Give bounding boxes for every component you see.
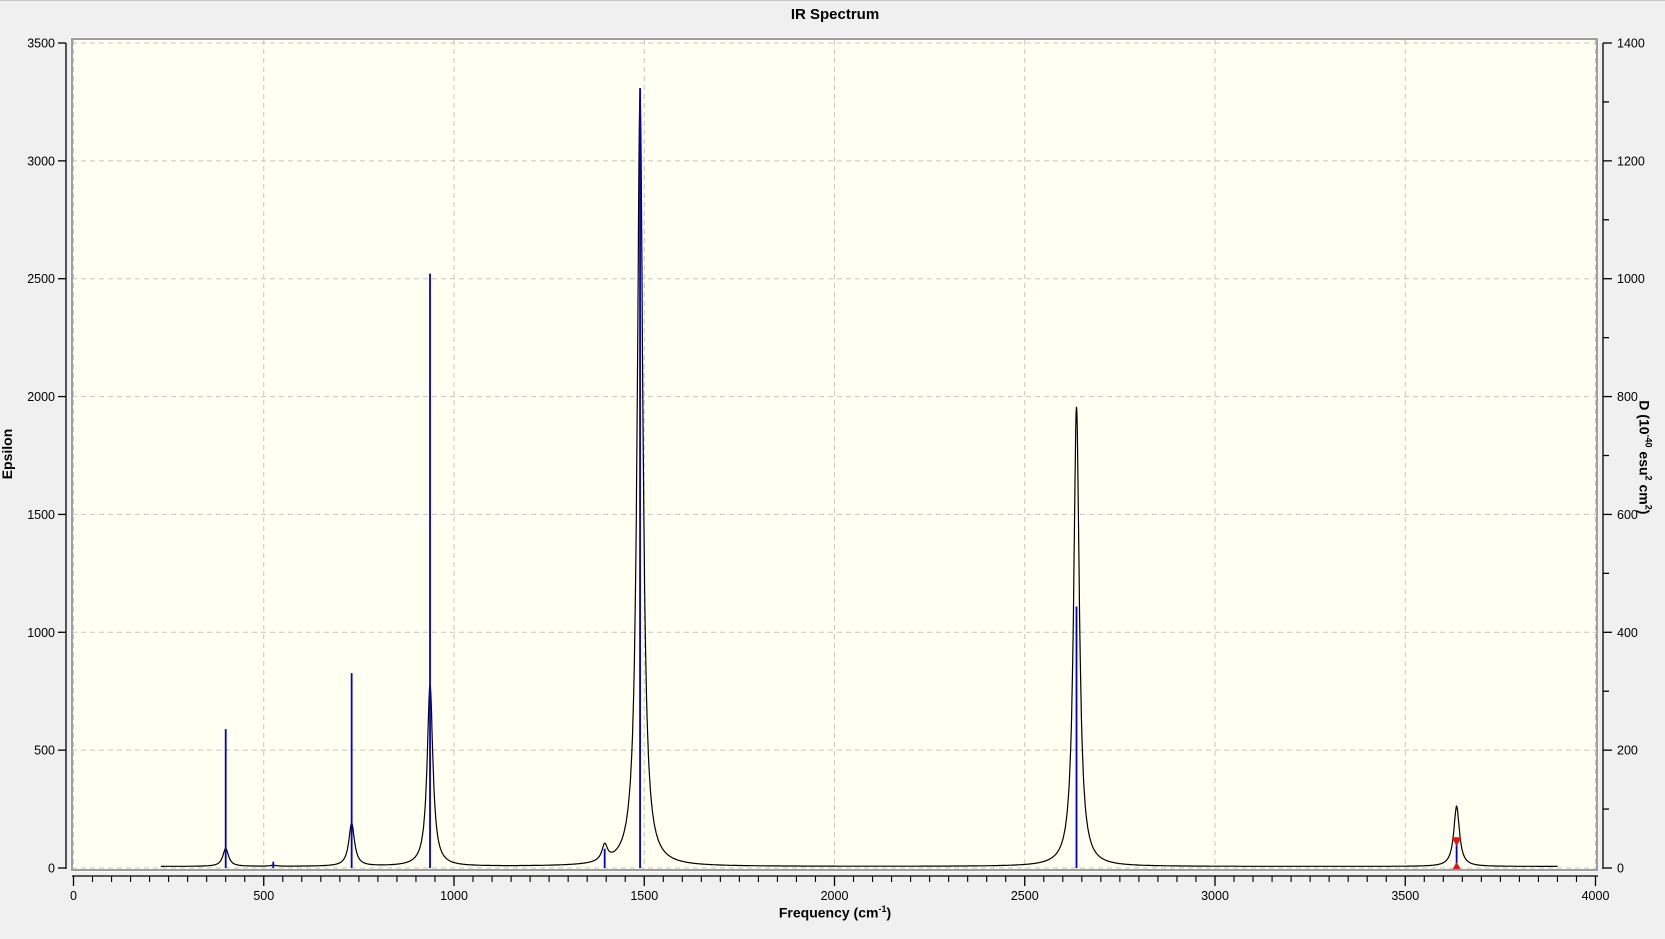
right-axis-title: D (10-40 esu2 cm2) [1636, 400, 1654, 515]
spectrum-plot: 0 500 1000 1500 2000 2500 3000 3500 0 200 400 600 80… [27, 37, 1645, 904]
left-axis-title: Epsilon [0, 428, 15, 480]
left-axis-tick-label: 2500 [27, 272, 55, 286]
x-axis-tick-label: 0 [70, 889, 77, 903]
left-axis-tick-label: 500 [34, 744, 55, 758]
x-axis-tick-label: 500 [253, 889, 274, 903]
right-axis-tick-label: 800 [1617, 390, 1638, 404]
x-axis-tick-label: 3500 [1391, 889, 1419, 903]
right-axis-tick-label: 0 [1617, 862, 1624, 876]
x-axis-title: Frequency (cm-1) [778, 904, 892, 921]
right-axis-tick-label: 200 [1617, 744, 1638, 758]
x-axis-tick-label: 2500 [1011, 889, 1039, 903]
x-axis-tick-label: 2000 [821, 889, 849, 903]
x-axis-tick-label: 1000 [440, 889, 468, 903]
left-axis-tick-label: 3000 [27, 154, 55, 168]
ir-spectrum-window: { "window": { "background": "#f0f0f0" },… [0, 0, 1665, 938]
left-axis-tick-label: 0 [48, 862, 55, 876]
x-axis-tick-label: 4000 [1582, 889, 1610, 903]
x-axis-tick-label: 3000 [1201, 889, 1229, 903]
right-axis-tick-label: 600 [1617, 508, 1638, 522]
left-axis-tick-label: 1500 [27, 508, 55, 522]
right-axis-tick-label: 400 [1617, 626, 1638, 640]
x-axis-tick-label: 1500 [630, 889, 658, 903]
left-axis-tick-label: 1000 [27, 626, 55, 640]
left-axis-tick-label: 2000 [27, 390, 55, 404]
left-axis-tick-label: 3500 [27, 37, 55, 51]
